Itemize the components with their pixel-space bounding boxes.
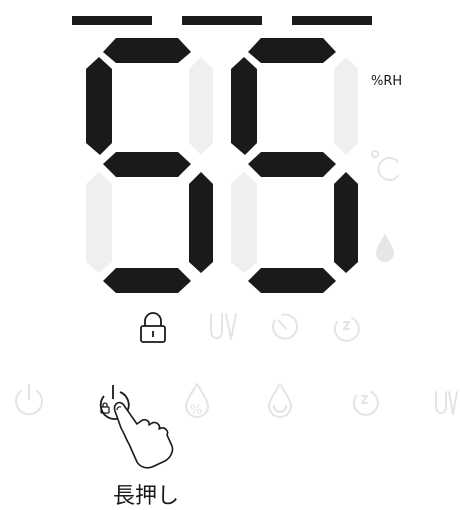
segment-g — [248, 152, 336, 177]
segment-d — [248, 268, 336, 293]
sleep-mode-icon — [333, 317, 360, 342]
mode-bar — [72, 16, 152, 25]
lock-icon — [140, 312, 166, 343]
power-icon — [15, 384, 43, 416]
segment-d — [103, 268, 191, 293]
uv-icon — [435, 391, 458, 415]
long-press-label: 長押し — [113, 484, 180, 509]
segment-b — [334, 57, 358, 155]
segment-e — [231, 172, 257, 273]
segment-e — [86, 172, 112, 273]
segment-c — [334, 172, 358, 273]
svg-text:%: % — [190, 403, 202, 418]
digit-1 — [86, 38, 213, 293]
mode-bar — [292, 16, 372, 25]
celsius-icon — [371, 150, 399, 181]
mode-bar — [182, 16, 262, 25]
segment-f — [86, 57, 112, 155]
timer-icon — [272, 313, 299, 340]
segment-a — [248, 38, 336, 63]
humidity-unit-label: %RH — [371, 74, 403, 89]
digit-2 — [231, 38, 358, 293]
uv-icon — [210, 313, 237, 340]
finger-press-icon — [113, 401, 174, 469]
water-level-icon — [268, 383, 292, 418]
segment-b — [189, 57, 213, 155]
sleep-mode-icon — [352, 391, 379, 416]
segment-g — [103, 152, 191, 177]
segment-c — [189, 172, 213, 273]
humidity-icon: % — [185, 383, 209, 418]
segment-f — [231, 57, 257, 155]
segment-a — [103, 38, 191, 63]
water-drop-icon — [376, 234, 394, 262]
